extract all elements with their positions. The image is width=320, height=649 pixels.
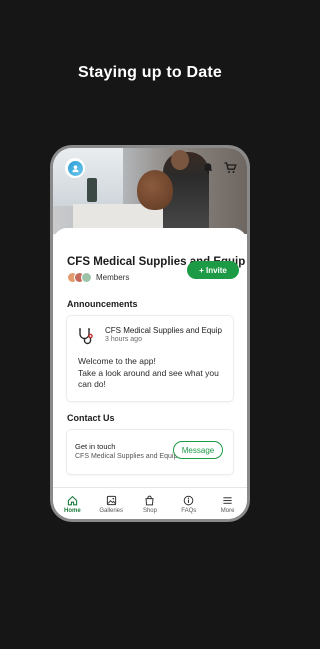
cart-icon[interactable]	[224, 162, 237, 174]
post-author: CFS Medical Supplies and Equip	[105, 326, 222, 335]
tab-label: Home	[64, 508, 81, 514]
invite-button[interactable]: + Invite	[187, 261, 239, 279]
info-icon	[183, 495, 194, 506]
announcements-heading: Announcements	[67, 299, 138, 309]
contact-subtitle: CFS Medical Supplies and Equip	[75, 453, 178, 460]
tab-shop[interactable]: Shop	[132, 495, 168, 514]
tab-label: FAQs	[181, 508, 197, 514]
tab-label: Galleries	[99, 508, 124, 514]
contact-title: Get in touch	[75, 442, 116, 451]
post-body: Welcome to the app! Take a look around a…	[78, 356, 228, 391]
site-content: CFS Medical Supplies and Equip Members +…	[53, 228, 247, 488]
members-label: Members	[96, 273, 130, 282]
tab-galleries[interactable]: Galleries	[93, 495, 129, 514]
menu-icon	[222, 495, 233, 506]
image-icon	[106, 495, 117, 506]
members-row[interactable]: Members	[67, 272, 129, 283]
site-avatar[interactable]	[65, 158, 85, 178]
message-button[interactable]: Message	[173, 441, 223, 459]
tab-more[interactable]: More	[210, 495, 246, 514]
bottom-tab-bar: Home Galleries Shop FAQs More	[53, 487, 247, 519]
tab-label: More	[220, 508, 235, 514]
phone-frame: CFS Medical Supplies and Equip Members +…	[50, 145, 250, 522]
post-body-line: Take a look around and see what you can …	[78, 367, 219, 390]
shopping-bag-icon	[144, 495, 155, 506]
page-headline: Staying up to Date	[77, 64, 223, 81]
user-icon	[67, 160, 83, 176]
contact-heading: Contact Us	[67, 413, 115, 423]
tab-label: Shop	[142, 508, 157, 514]
stethoscope-icon	[75, 326, 95, 346]
announcement-post[interactable]: CFS Medical Supplies and Equip 3 hours a…	[67, 316, 233, 401]
tab-home[interactable]: Home	[54, 495, 90, 514]
tab-faqs[interactable]: FAQs	[171, 495, 207, 514]
notification-bell-icon[interactable]	[202, 162, 214, 174]
contact-card: Get in touch CFS Medical Supplies and Eq…	[67, 430, 233, 474]
app-screen: CFS Medical Supplies and Equip Members +…	[53, 148, 247, 519]
member-avatar	[81, 272, 92, 283]
post-time: 3 hours ago	[105, 336, 142, 343]
post-body-line: Welcome to the app!	[78, 356, 156, 366]
home-icon	[67, 495, 78, 506]
